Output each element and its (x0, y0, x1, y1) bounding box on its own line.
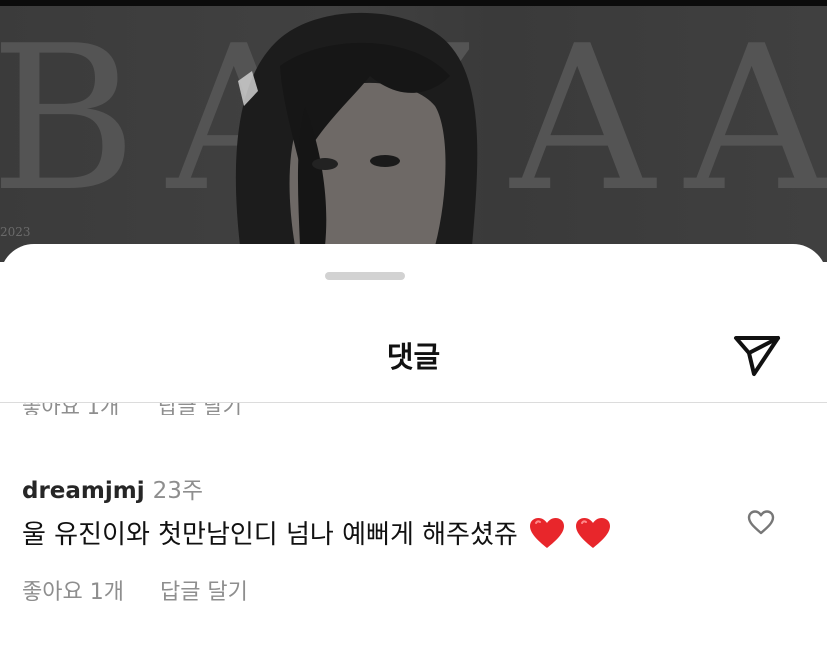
red-heart-emoji (576, 518, 611, 548)
previous-comment-actions: 좋아요 1개 답글 달기 (0, 403, 827, 415)
comment-username[interactable]: dreamjmj (22, 478, 145, 504)
portrait-illustration (235, 12, 478, 246)
sheet-drag-handle[interactable] (325, 272, 405, 280)
sheet-title: 댓글 (386, 340, 441, 374)
share-button[interactable] (728, 328, 784, 380)
red-heart-emoji (530, 518, 565, 548)
comment-text: 울 유진이와 첫만남인디 넘나 예뻐게 해주셨쥬 (22, 520, 518, 550)
comment-actions: 좋아요 1개 답글 달기 (22, 574, 248, 606)
comment-reply-button[interactable]: 답글 달기 (160, 574, 248, 606)
comment-meta: dreamjmj 23주 (22, 476, 802, 506)
heart-outline-icon (747, 510, 775, 535)
comment-timestamp: 23주 (152, 478, 204, 504)
previous-reply-link[interactable]: 답글 달기 (158, 403, 242, 415)
comments-sheet: 댓글 좋아요 1개 답글 달기 dreamjmj 23주 울 유진이와 첫만남인디… (0, 244, 827, 662)
comment-like-count[interactable]: 좋아요 1개 (22, 574, 124, 606)
background-post-image[interactable]: BAZAAR 2023 (0, 0, 827, 262)
comment-item: dreamjmj 23주 울 유진이와 첫만남인디 넘나 예뻐게 해주셨쥬 좋아요… (22, 476, 802, 605)
send-icon (734, 336, 780, 376)
magazine-year: 2023 (0, 225, 31, 239)
comment-like-button[interactable] (746, 508, 776, 536)
screen: BAZAAR 2023 댓글 (0, 0, 827, 662)
previous-like-count[interactable]: 좋아요 1개 (22, 403, 119, 415)
comment-text-row: 울 유진이와 첫만남인디 넘나 예뻐게 해주셨쥬 (22, 516, 612, 552)
